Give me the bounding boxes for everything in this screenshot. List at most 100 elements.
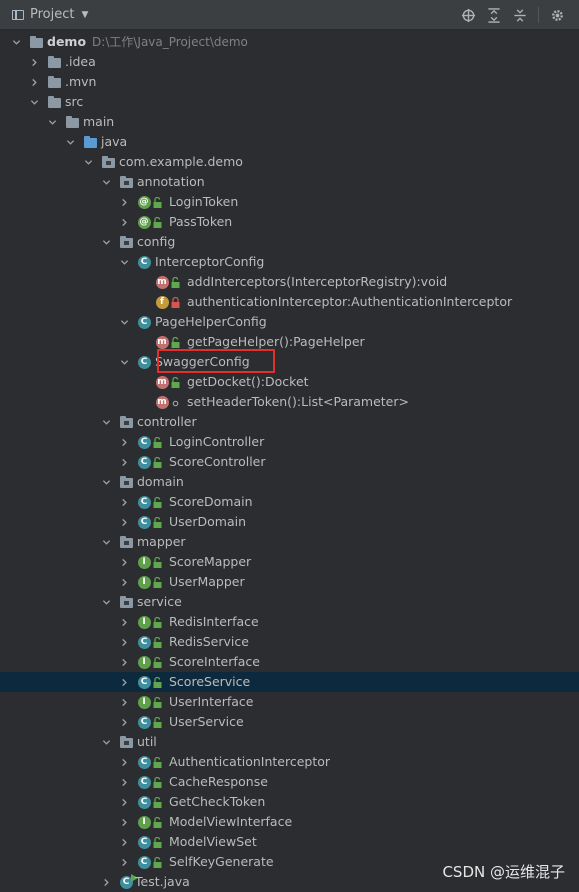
chevron-right-icon[interactable] (118, 772, 130, 792)
chevron-down-icon[interactable]: ▼ (81, 10, 88, 20)
chevron-right-icon[interactable] (28, 52, 40, 72)
tree-row[interactable]: @ LoginToken (0, 192, 579, 212)
tree-row[interactable]: C PageHelperConfig (0, 312, 579, 332)
chevron-right-icon[interactable] (118, 652, 130, 672)
tree-item-label: service (137, 594, 182, 609)
chevron-down-icon[interactable] (118, 352, 130, 372)
tree-row[interactable]: C UserDomain (0, 512, 579, 532)
tree-row[interactable]: C RedisService (0, 632, 579, 652)
tree-row[interactable]: config (0, 232, 579, 252)
expand-all-icon[interactable] (486, 7, 502, 23)
tree-row[interactable]: C UserService (0, 712, 579, 732)
public-visibility-icon (152, 716, 162, 728)
tree-row[interactable]: .idea (0, 52, 579, 72)
folder-icon (47, 55, 61, 69)
tree-row[interactable]: I ModelViewInterface (0, 812, 579, 832)
tree-row[interactable]: I UserMapper (0, 572, 579, 592)
chevron-down-icon[interactable] (82, 152, 94, 172)
tree-row[interactable]: C ScoreService (0, 672, 579, 692)
tree-row[interactable]: C ModelViewSet (0, 832, 579, 852)
tree-row[interactable]: C CacheResponse (0, 772, 579, 792)
tree-row[interactable]: java (0, 132, 579, 152)
tree-row[interactable]: .mvn (0, 72, 579, 92)
chevron-down-icon[interactable] (118, 252, 130, 272)
tree-row[interactable]: C SwaggerConfig (0, 352, 579, 372)
tree-row[interactable]: I UserInterface (0, 692, 579, 712)
chevron-down-icon[interactable] (100, 532, 112, 552)
chevron-right-icon[interactable] (118, 812, 130, 832)
chevron-right-icon[interactable] (118, 632, 130, 652)
tree-row[interactable]: demo D:\工作\Java_Project\demo (0, 32, 579, 52)
chevron-right-icon[interactable] (28, 72, 40, 92)
public-visibility-icon (152, 676, 162, 688)
chevron-right-icon[interactable] (118, 212, 130, 232)
tree-row[interactable]: C LoginController (0, 432, 579, 452)
chevron-down-icon[interactable] (100, 592, 112, 612)
tree-row[interactable]: m addInterceptors(InterceptorRegistry):vo… (0, 272, 579, 292)
tree-row[interactable]: com.example.demo (0, 152, 579, 172)
chevron-right-icon[interactable] (118, 552, 130, 572)
tree-row[interactable]: @ PassToken (0, 212, 579, 232)
chevron-down-icon[interactable] (118, 312, 130, 332)
tree-row[interactable]: m setHeaderToken():List<Parameter> (0, 392, 579, 412)
chevron-down-icon[interactable] (100, 232, 112, 252)
chevron-right-icon[interactable] (118, 492, 130, 512)
package-icon (119, 175, 133, 189)
chevron-right-icon[interactable] (118, 792, 130, 812)
module-folder-icon (29, 35, 43, 49)
public-visibility-icon (152, 456, 162, 468)
chevron-down-icon[interactable] (10, 32, 22, 52)
chevron-right-icon[interactable] (118, 832, 130, 852)
tree-row[interactable]: main (0, 112, 579, 132)
private-visibility-icon (170, 296, 180, 308)
chevron-right-icon[interactable] (118, 452, 130, 472)
chevron-right-icon[interactable] (118, 572, 130, 592)
chevron-right-icon[interactable] (118, 672, 130, 692)
public-visibility-icon (152, 656, 162, 668)
tree-row[interactable]: service (0, 592, 579, 612)
chevron-down-icon[interactable] (100, 172, 112, 192)
chevron-right-icon[interactable] (118, 192, 130, 212)
tree-row[interactable]: m getPageHelper():PageHelper (0, 332, 579, 352)
tree-item-label: UserMapper (169, 574, 245, 589)
chevron-right-icon[interactable] (118, 612, 130, 632)
tree-row[interactable]: util (0, 732, 579, 752)
tree-row[interactable]: src (0, 92, 579, 112)
chevron-down-icon[interactable] (28, 92, 40, 112)
tree-row[interactable]: C ScoreController (0, 452, 579, 472)
chevron-right-icon[interactable] (118, 852, 130, 872)
chevron-down-icon[interactable] (100, 412, 112, 432)
project-view-title[interactable]: Project (30, 7, 74, 22)
chevron-right-icon[interactable] (118, 712, 130, 732)
tree-row[interactable]: domain (0, 472, 579, 492)
tree-row[interactable]: f authenticationInterceptor:Authenticatio… (0, 292, 579, 312)
chevron-down-icon[interactable] (64, 132, 76, 152)
tree-item-label: ScoreInterface (169, 654, 260, 669)
tree-row[interactable]: mapper (0, 532, 579, 552)
chevron-right-icon[interactable] (118, 432, 130, 452)
tree-row[interactable]: C GetCheckToken (0, 792, 579, 812)
tree-row[interactable]: controller (0, 412, 579, 432)
collapse-all-icon[interactable] (512, 7, 528, 23)
tree-item-label: addInterceptors(InterceptorRegistry):voi… (187, 274, 448, 289)
tree-row[interactable]: annotation (0, 172, 579, 192)
class-icon: C (137, 255, 151, 269)
tree-row[interactable]: C InterceptorConfig (0, 252, 579, 272)
tree-row[interactable]: C ScoreDomain (0, 492, 579, 512)
locate-icon[interactable] (460, 7, 476, 23)
chevron-down-icon[interactable] (100, 472, 112, 492)
tree-row[interactable]: C AuthenticationInterceptor (0, 752, 579, 772)
chevron-down-icon[interactable] (100, 732, 112, 752)
chevron-right-icon[interactable] (118, 512, 130, 532)
chevron-right-icon[interactable] (118, 692, 130, 712)
gear-icon[interactable] (549, 7, 565, 23)
tree-row[interactable]: I RedisInterface (0, 612, 579, 632)
chevron-down-icon[interactable] (46, 112, 58, 132)
tree-row[interactable]: m getDocket():Docket (0, 372, 579, 392)
tree-item-label: getDocket():Docket (187, 374, 309, 389)
chevron-right-icon[interactable] (100, 872, 112, 892)
chevron-right-icon[interactable] (118, 752, 130, 772)
tree-row[interactable]: I ScoreInterface (0, 652, 579, 672)
tree-row[interactable]: I ScoreMapper (0, 552, 579, 572)
class-icon: C (137, 315, 151, 329)
